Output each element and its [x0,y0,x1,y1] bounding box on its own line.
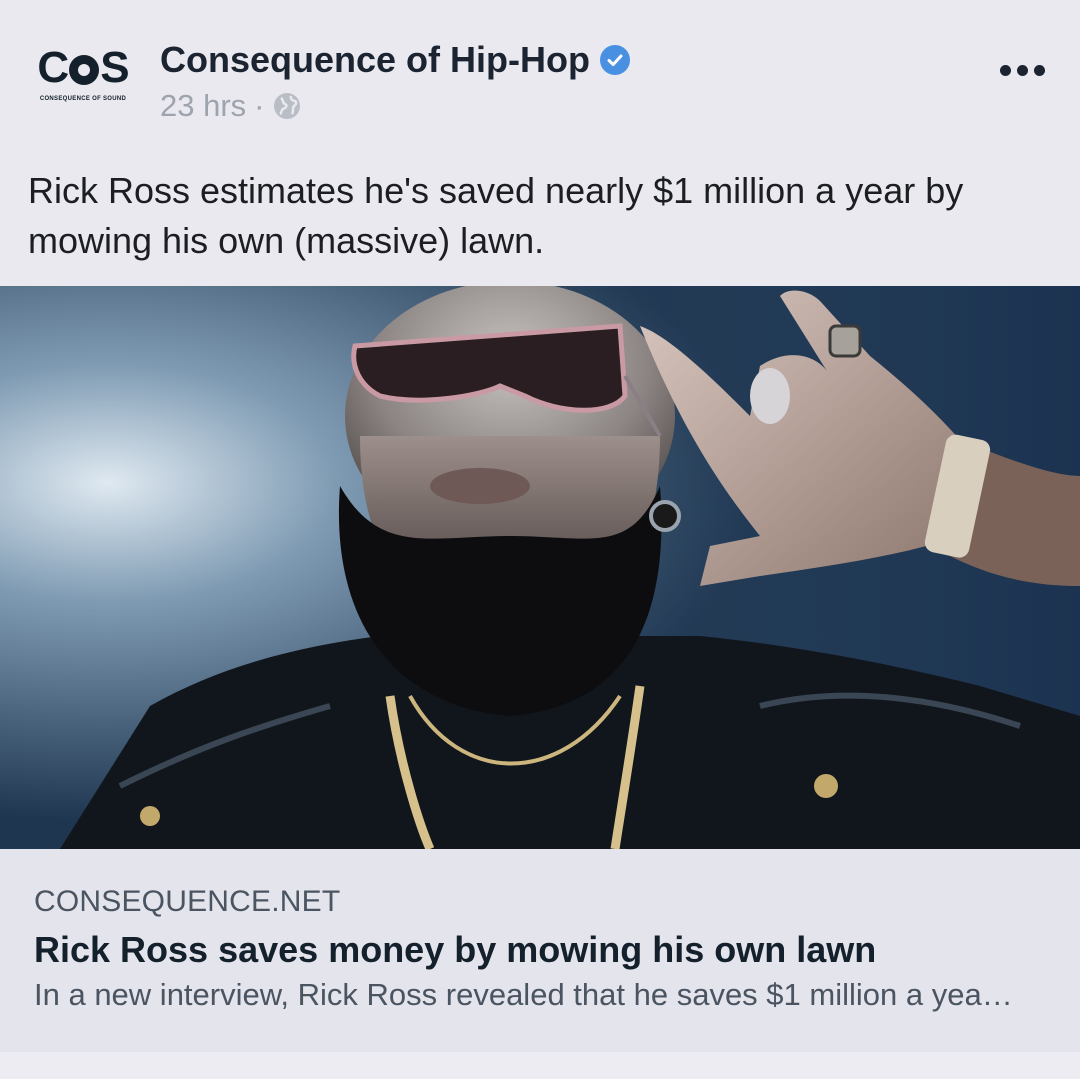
link-title[interactable]: Rick Ross saves money by mowing his own … [34,929,876,971]
page-avatar-logo[interactable]: CS CONSEQUENCE OF SOUND [32,43,134,110]
link-domain: CONSEQUENCE.NET [34,885,341,918]
page-name-link[interactable]: Consequence of Hip-Hop [160,39,590,81]
link-preview-card[interactable]: CONSEQUENCE.NET Rick Ross saves money by… [0,849,1080,1052]
logo-mark: CS [37,43,129,92]
post-photo[interactable] [0,286,1080,849]
post-bottom-divider [0,1052,1080,1079]
link-description: In a new interview, Rick Ross revealed t… [34,977,1013,1012]
post-caption: Rick Ross estimates he's saved nearly $1… [28,170,964,261]
facebook-post: CS CONSEQUENCE OF SOUND Consequence of H… [0,0,1080,1079]
post-timestamp[interactable]: 23 hrs [160,88,246,124]
globe-icon [273,92,301,120]
more-dot [1033,64,1045,76]
post-meta: 23 hrs · [160,86,301,126]
article-photo [0,286,1080,849]
logo-o-ring [69,55,100,85]
more-dot [1016,64,1028,76]
page-name-row: Consequence of Hip-Hop [160,38,630,82]
post-header: CS CONSEQUENCE OF SOUND Consequence of H… [0,0,1080,140]
verified-badge-icon [600,45,630,75]
logo-subtext: CONSEQUENCE OF SOUND [39,96,127,102]
more-options-button[interactable] [992,52,1052,88]
meta-separator: · [254,88,265,123]
more-dot [999,64,1011,76]
